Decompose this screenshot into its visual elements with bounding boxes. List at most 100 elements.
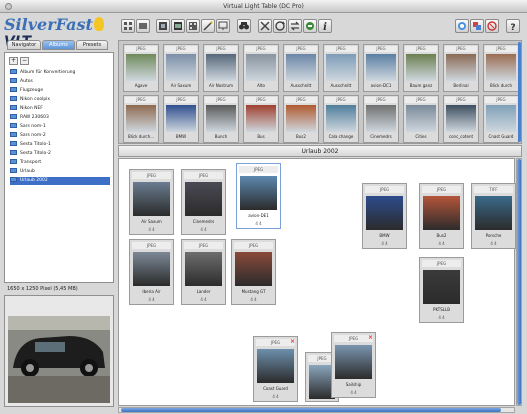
thumbnail-format-tag: JPEG	[165, 46, 197, 52]
thumbnail[interactable]: JPEG Agave	[123, 44, 159, 92]
tab-presets[interactable]: Presets	[76, 40, 108, 50]
album-title-bar[interactable]: Urlaub 2002	[118, 145, 522, 157]
thumbnail-format-tag: JPEG	[165, 97, 197, 103]
thumbnail-label: Cala change	[328, 134, 354, 139]
card-label: BMW	[379, 233, 390, 238]
tree-item[interactable]: Flugzeuge	[10, 87, 43, 95]
thumbnail-label: conc_cotent	[448, 134, 474, 139]
light-table-horizontal-scrollbar[interactable]	[118, 407, 515, 413]
thumbnail-label: Cnast Guard	[488, 134, 514, 139]
contact-sheet-button[interactable]	[186, 19, 200, 33]
transfer-button[interactable]	[288, 19, 302, 33]
thumbnail-label: Bunch	[214, 134, 228, 139]
tree-item[interactable]: Autos	[10, 78, 33, 86]
delete-button[interactable]	[258, 19, 272, 33]
light-table-card[interactable]: JPEG Mustang GT 4 4	[231, 239, 276, 305]
export-button[interactable]	[303, 19, 317, 33]
grid-view-button[interactable]	[121, 19, 135, 33]
folder-icon	[10, 141, 17, 146]
add-album-button[interactable]: +	[9, 57, 18, 65]
thumbnail[interactable]: JPEG Cnast Guard	[483, 95, 519, 143]
thumbnail-label: Air Nostrum	[209, 83, 233, 88]
thumbnail[interactable]: JPEG Ausschnitt	[283, 44, 319, 92]
remove-album-button[interactable]: −	[20, 57, 29, 65]
window-titlebar[interactable]: Virtual Light Table (DC Pro)	[0, 0, 527, 13]
thumbnail[interactable]: JPEG Air Nostrum	[203, 44, 239, 92]
tree-item[interactable]: Urlaub	[10, 168, 35, 176]
convert-button[interactable]	[470, 19, 484, 33]
light-table[interactable]: JPEG Air Saxum 4 4 JPEG Cinemedrs 4 4 JPEG avio…	[118, 158, 516, 406]
tree-item[interactable]: Sesta Titolo-2	[10, 150, 51, 158]
info-button[interactable]: i	[318, 19, 332, 33]
folder-icon	[10, 123, 17, 128]
thumbnail[interactable]: JPEG conc_cotent	[443, 95, 479, 143]
tab-navigator[interactable]: Navigator	[7, 40, 41, 50]
thumbnail[interactable]: JPEG BMW	[163, 95, 199, 143]
tree-item[interactable]: Sars nom-1	[10, 123, 46, 131]
display-icon	[218, 21, 228, 30]
film-button[interactable]	[156, 19, 170, 33]
tree-item[interactable]: Sars nom-2	[10, 132, 46, 140]
thumbnail[interactable]: JPEG Alto	[243, 44, 279, 92]
light-table-card[interactable]: JPEG avion-DE1 4 4	[236, 163, 281, 229]
thumbnail[interactable]: JPEG Blick durch...	[123, 95, 159, 143]
close-icon[interactable]: ×	[368, 334, 373, 341]
light-table-card[interactable]: JPEG BMW 4 4	[362, 183, 407, 249]
binoculars-button[interactable]	[237, 19, 251, 33]
delete-icon	[260, 21, 270, 31]
close-circle-button[interactable]	[485, 19, 499, 33]
thumbnail[interactable]: JPEG Berlinal	[443, 44, 479, 92]
thumbnail[interactable]: JPEG Ausschnitt	[323, 44, 359, 92]
thumbnail[interactable]: JPEG Air Saxum	[163, 44, 199, 92]
magic-wand-button[interactable]	[201, 19, 215, 33]
thumbnail[interactable]: JPEG Bus	[243, 95, 279, 143]
card-status: 4 4	[350, 390, 357, 395]
image-info: 1650 x 1250 Pixel (5,45 MB)	[7, 286, 78, 292]
tree-item[interactable]: RAW 230603	[10, 114, 49, 122]
preview-button[interactable]	[136, 19, 150, 33]
light-table-card[interactable]: JPEG Iberia Air 4 4	[129, 239, 174, 305]
light-table-card[interactable]: JPEG PKTSLLB 4 4	[419, 257, 464, 323]
rotate-button[interactable]	[273, 19, 287, 33]
vertical-scroll-thumb[interactable]	[517, 159, 521, 405]
tree-item[interactable]: Sesta Titolo-1	[10, 141, 51, 149]
close-icon[interactable]: ×	[290, 338, 295, 345]
tree-item[interactable]: Transport	[10, 159, 41, 167]
tab-albums[interactable]: Albums	[42, 40, 75, 50]
thumbnail[interactable]: JPEG Cinemedrs	[363, 95, 399, 143]
thumbnail[interactable]: JPEG avion-DC1	[363, 44, 399, 92]
card-label: Porsche	[485, 233, 502, 238]
tree-item-label: Sesta Titolo-2	[20, 151, 51, 156]
light-table-card[interactable]: JPEG Bus2 4 4	[419, 183, 464, 249]
thumbnail[interactable]: JPEG Cala change	[323, 95, 359, 143]
light-table-card[interactable]: TIFF Porsche 4 4	[471, 183, 516, 249]
light-table-card[interactable]: JPEG Coast Guard 4 4 ×	[253, 336, 298, 402]
card-image	[185, 182, 222, 216]
tree-item[interactable]: Album für Konvertierung	[10, 69, 75, 77]
horizontal-scroll-thumb[interactable]	[121, 408, 501, 412]
tree-item[interactable]: Nikon coolpix	[10, 96, 50, 104]
light-table-card[interactable]: JPEG Air Saxum 4 4	[129, 169, 174, 235]
light-table-vertical-scrollbar[interactable]	[516, 158, 522, 406]
thumbnail[interactable]: JPEG Cities	[403, 95, 439, 143]
display-button[interactable]	[216, 19, 230, 33]
thumbnail[interactable]: JPEG Bunch	[203, 95, 239, 143]
thumbnail-strip-scrollbar[interactable]	[518, 42, 521, 142]
tree-item-label: Nikon NEF	[20, 106, 43, 111]
thumbnail[interactable]: JPEG Blick durch	[483, 44, 519, 92]
thumbnail[interactable]: JPEG Bus2	[283, 95, 319, 143]
light-table-card[interactable]: JPEG Lander 4 4	[181, 239, 226, 305]
help-button[interactable]: ?	[506, 19, 520, 33]
thumbnail-strip[interactable]: JPEG Agave JPEG Air Saxum JPEG Air Nostrum JPE…	[118, 40, 522, 144]
filmstrip-button[interactable]	[171, 19, 185, 33]
scan-button[interactable]	[455, 19, 469, 33]
tree-item[interactable]: Nikon NEF	[10, 105, 43, 113]
lightbulb-icon	[93, 17, 104, 31]
thumbnail-format-tag: JPEG	[405, 46, 437, 52]
light-table-card[interactable]: JPEG Cinemedrs 4 4	[181, 169, 226, 235]
thumbnail-format-tag: JPEG	[125, 46, 157, 52]
tree-item[interactable]: Urlaub 2002	[10, 177, 110, 185]
album-tree[interactable]: + − Album für Konvertierung Autos Flugzeug…	[4, 52, 114, 283]
light-table-card[interactable]: JPEG Sailship 4 4 ×	[331, 332, 376, 398]
thumbnail[interactable]: JPEG Baum ganz	[403, 44, 439, 92]
